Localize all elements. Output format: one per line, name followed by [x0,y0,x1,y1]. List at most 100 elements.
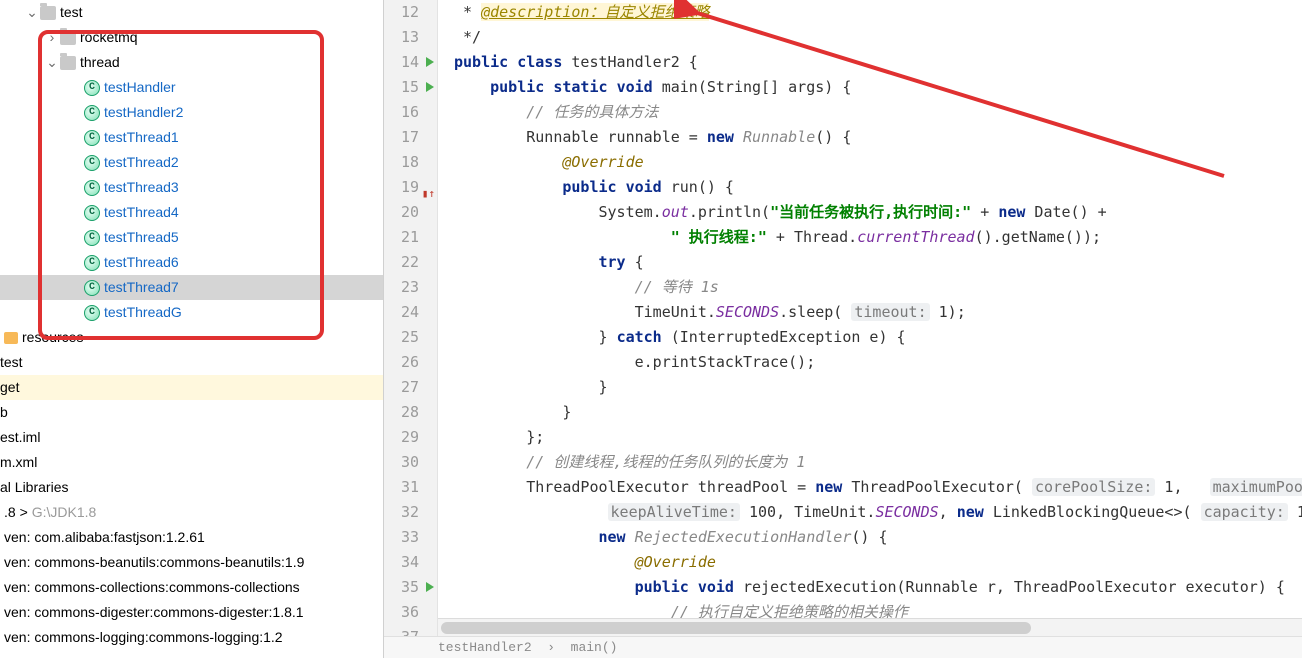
line-number[interactable]: 30 [384,450,437,475]
tree-file-testThread3[interactable]: testThread3 [0,175,383,200]
tree-file-label: testThread5 [104,225,179,250]
scrollbar-thumb[interactable] [441,622,1031,634]
tree-node-al Libraries[interactable]: al Libraries [0,475,383,500]
code-line[interactable]: } catch (InterruptedException e) { [438,325,1302,350]
code-line[interactable]: Runnable runnable = new Runnable() { [438,125,1302,150]
code-line[interactable]: " 执行线程:" + Thread.currentThread().getNam… [438,225,1302,250]
editor-gutter[interactable]: 1213141516171819▮↑2021222324252627282930… [384,0,438,636]
tree-file-testThread6[interactable]: testThread6 [0,250,383,275]
code-line[interactable]: System.out.println("当前任务被执行,执行时间:" + new… [438,200,1302,225]
tree-folder-thread[interactable]: ⌄ thread [0,50,383,75]
line-number[interactable]: 20 [384,200,437,225]
line-number[interactable]: 22 [384,250,437,275]
code-line[interactable]: } [438,375,1302,400]
line-number[interactable]: 17 [384,125,437,150]
code-line[interactable]: }; [438,425,1302,450]
tree-lib[interactable]: ven: com.alibaba:fastjson:1.2.61 [0,525,383,550]
java-class-icon [84,255,100,271]
tree-file-testThreadG[interactable]: testThreadG [0,300,383,325]
tree-label: test [60,0,83,25]
tree-node-test[interactable]: test [0,350,383,375]
line-number[interactable]: 16 [384,100,437,125]
run-gutter-icon[interactable] [426,57,434,67]
tree-jdk[interactable]: .8 >G:\JDK1.8 [0,500,383,525]
tree-lib[interactable]: ven: commons-beanutils:commons-beanutils… [0,550,383,575]
line-number[interactable]: 29 [384,425,437,450]
code-line[interactable]: new RejectedExecutionHandler() { [438,525,1302,550]
tree-folder-test[interactable]: ⌄ test [0,0,383,25]
line-number[interactable]: 28 [384,400,437,425]
line-number[interactable]: 37 [384,625,437,636]
tree-node-get[interactable]: get [0,375,383,400]
run-gutter-icon[interactable] [426,582,434,592]
code-line[interactable]: public class testHandler2 { [438,50,1302,75]
line-number[interactable]: 31 [384,475,437,500]
code-line[interactable]: public static void main(String[] args) { [438,75,1302,100]
code-area[interactable]: * @description：自定义拒绝策略 */public class te… [438,0,1302,618]
line-number[interactable]: 15 [384,75,437,100]
code-line[interactable]: } [438,400,1302,425]
line-number[interactable]: 23 [384,275,437,300]
line-number[interactable]: 26 [384,350,437,375]
tree-lib[interactable]: ven: commons-logging:commons-logging:1.2 [0,625,383,650]
line-number[interactable]: 27 [384,375,437,400]
line-number[interactable]: 13 [384,25,437,50]
code-line[interactable]: */ [438,25,1302,50]
java-class-icon [84,305,100,321]
code-line[interactable]: try { [438,250,1302,275]
tree-lib[interactable]: ven: commons-digester:commons-digester:1… [0,600,383,625]
code-line[interactable]: * @description：自定义拒绝策略 [438,0,1302,25]
java-class-icon [84,155,100,171]
tree-file-testThread4[interactable]: testThread4 [0,200,383,225]
code-line[interactable]: TimeUnit.SECONDS.sleep( timeout: 1); [438,300,1302,325]
line-number[interactable]: 18 [384,150,437,175]
code-line[interactable]: ThreadPoolExecutor threadPool = new Thre… [438,475,1302,500]
code-line[interactable]: public void run() { [438,175,1302,200]
tree-file-testThread5[interactable]: testThread5 [0,225,383,250]
code-line[interactable]: // 创建线程,线程的任务队列的长度为 1 [438,450,1302,475]
chevron-down-icon[interactable]: ⌄ [24,0,40,25]
line-number[interactable]: 24 [384,300,437,325]
code-line[interactable]: @Override [438,550,1302,575]
tree-file-testHandler[interactable]: testHandler [0,75,383,100]
tree-node-est.iml[interactable]: est.iml [0,425,383,450]
code-line[interactable]: // 任务的具体方法 [438,100,1302,125]
line-number[interactable]: 21 [384,225,437,250]
java-class-icon [84,80,100,96]
line-number[interactable]: 32 [384,500,437,525]
tree-label: est.iml [0,425,40,450]
tree-label: thread [80,50,120,75]
code-line[interactable]: keepAliveTime: 100, TimeUnit.SECONDS, ne… [438,500,1302,525]
tree-file-testThread7[interactable]: testThread7 [0,275,383,300]
code-line[interactable]: public void rejectedExecution(Runnable r… [438,575,1302,600]
tree-folder-rocketmq[interactable]: ›rocketmq [0,25,383,50]
code-line[interactable]: // 等待 1s [438,275,1302,300]
line-number[interactable]: 14 [384,50,437,75]
code-line[interactable]: @Override [438,150,1302,175]
line-number[interactable]: 34 [384,550,437,575]
breadcrumb-class[interactable]: testHandler2 [438,640,532,655]
tree-node-m.xml[interactable]: m.xml [0,450,383,475]
chevron-down-icon[interactable]: ⌄ [44,50,60,75]
run-gutter-icon[interactable] [426,82,434,92]
line-number[interactable]: 33 [384,525,437,550]
code-line[interactable]: // 执行自定义拒绝策略的相关操作 [438,600,1302,618]
line-number[interactable]: 19▮↑ [384,175,437,200]
line-number[interactable]: 25 [384,325,437,350]
tree-file-testThread1[interactable]: testThread1 [0,125,383,150]
code-line[interactable]: e.printStackTrace(); [438,350,1302,375]
tree-label: ven: com.alibaba:fastjson:1.2.61 [4,525,205,550]
tree-file-label: testThread4 [104,200,179,225]
chevron-right-icon[interactable]: › [44,25,60,50]
tree-lib[interactable]: ven: commons-collections:commons-collect… [0,575,383,600]
tree-file-testHandler2[interactable]: testHandler2 [0,100,383,125]
breadcrumb[interactable]: testHandler2 › main() [384,636,1302,658]
tree-file-testThread2[interactable]: testThread2 [0,150,383,175]
tree-node-b[interactable]: b [0,400,383,425]
tree-folder-resources[interactable]: resources [0,325,383,350]
breadcrumb-method[interactable]: main() [571,640,618,655]
line-number[interactable]: 36 [384,600,437,625]
line-number[interactable]: 35 [384,575,437,600]
line-number[interactable]: 12 [384,0,437,25]
horizontal-scrollbar[interactable] [438,618,1302,636]
